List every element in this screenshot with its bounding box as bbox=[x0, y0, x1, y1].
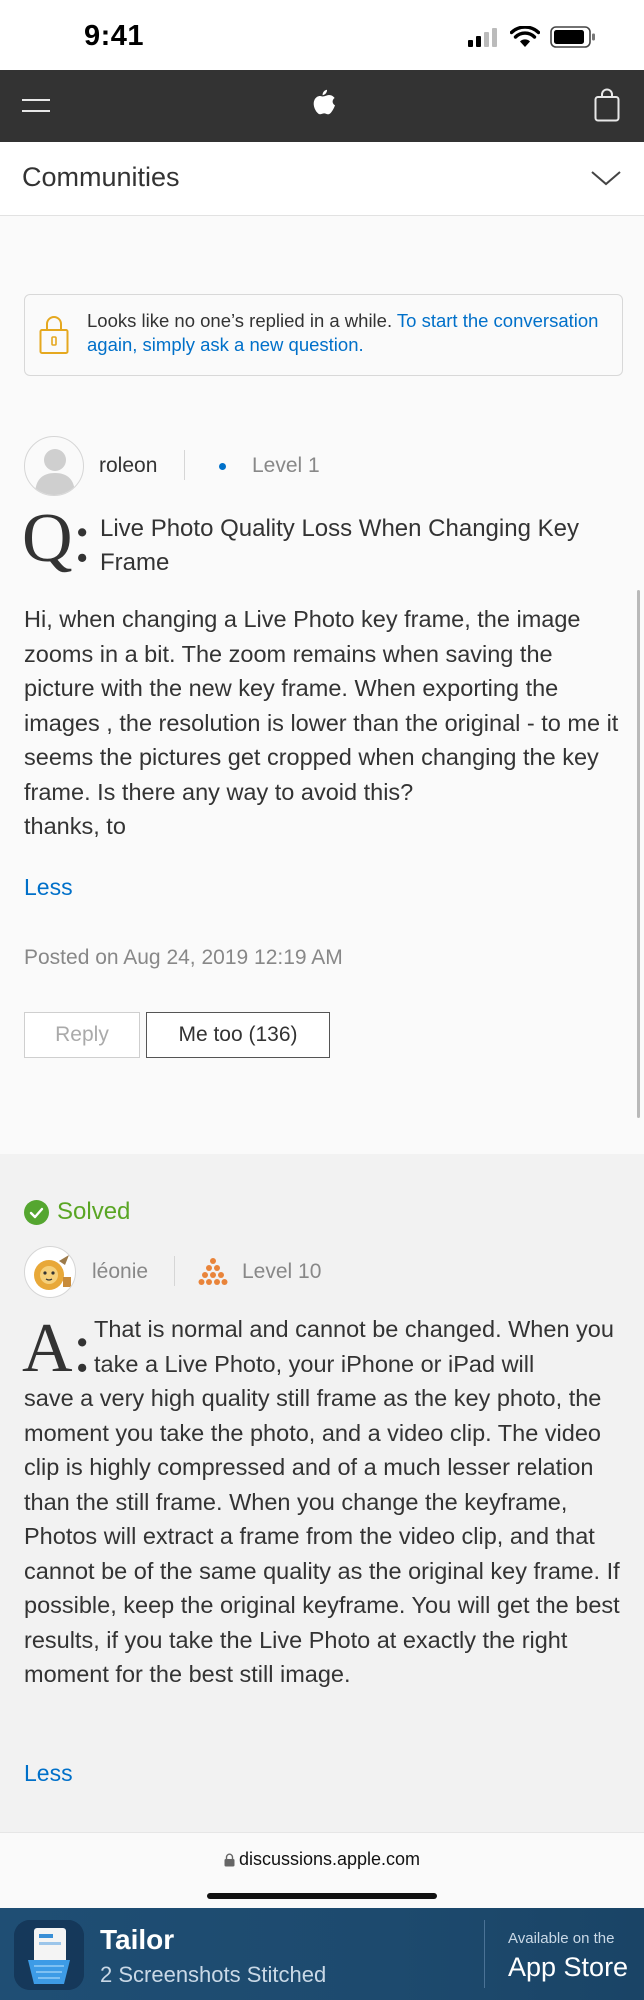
question-title: Live Photo Quality Loss When Changing Ke… bbox=[100, 515, 579, 576]
shopping-bag-icon[interactable] bbox=[594, 88, 620, 122]
answer-less-link[interactable]: Less bbox=[24, 1760, 73, 1787]
avatar[interactable] bbox=[24, 436, 84, 496]
author-name[interactable]: léonie bbox=[92, 1260, 148, 1284]
lock-icon bbox=[224, 1853, 235, 1866]
communities-title: Communities bbox=[22, 162, 180, 192]
chevron-down-icon[interactable] bbox=[590, 166, 622, 190]
question-marker: Q: bbox=[22, 500, 92, 577]
author-level: Level 10 bbox=[242, 1260, 322, 1283]
apple-logo-icon[interactable] bbox=[306, 86, 338, 124]
avatar[interactable] bbox=[24, 1246, 76, 1298]
battery-icon bbox=[550, 26, 595, 48]
status-icons bbox=[468, 26, 596, 48]
tailor-watermark-banner: Tailor 2 Screenshots Stitched Available … bbox=[0, 1908, 644, 2000]
notice-text: Looks like no one’s replied in a while. … bbox=[87, 309, 617, 357]
app-store-label: App Store bbox=[508, 1952, 629, 1982]
question-less-link[interactable]: Less bbox=[24, 874, 73, 901]
divider bbox=[184, 450, 185, 480]
menu-icon[interactable] bbox=[22, 94, 50, 118]
default-avatar-icon bbox=[35, 449, 75, 495]
global-nav bbox=[0, 70, 644, 142]
home-indicator[interactable] bbox=[207, 1893, 437, 1899]
lock-icon bbox=[39, 316, 69, 354]
status-bar: 9:41 bbox=[0, 0, 644, 70]
me-too-button[interactable]: Me too (136) bbox=[146, 1012, 330, 1058]
divider bbox=[174, 1256, 175, 1286]
solved-badge: Solved bbox=[24, 1198, 130, 1226]
scrollbar[interactable] bbox=[637, 590, 640, 1118]
answer-section: Solved léonie Level 10 A: That is normal… bbox=[0, 1154, 644, 1832]
tailor-subtitle: 2 Screenshots Stitched bbox=[100, 1962, 327, 1987]
author-name[interactable]: roleon bbox=[99, 454, 157, 478]
inactive-thread-notice: Looks like no one’s replied in a while. … bbox=[24, 294, 623, 376]
question-body: Hi, when changing a Live Photo key frame… bbox=[24, 606, 619, 839]
solved-label: Solved bbox=[57, 1198, 131, 1225]
wifi-icon bbox=[510, 26, 540, 47]
notice-message: Looks like no one’s replied in a while. bbox=[87, 310, 397, 331]
cellular-signal-icon bbox=[468, 28, 497, 47]
tailor-app-icon bbox=[14, 1920, 84, 1990]
answer-author: léonie Level 10 bbox=[24, 1246, 584, 1302]
reply-button[interactable]: Reply bbox=[24, 1012, 140, 1058]
status-time: 9:41 bbox=[84, 20, 145, 52]
author-level: Level 1 bbox=[252, 454, 320, 477]
answer-body: save a very high quality still frame as … bbox=[24, 1385, 620, 1687]
url-display[interactable]: discussions.apple.com bbox=[0, 1849, 644, 1870]
question-author: roleon Level 1 bbox=[24, 436, 584, 498]
communities-bar[interactable]: Communities bbox=[0, 142, 644, 216]
url-text: discussions.apple.com bbox=[238, 1849, 421, 1869]
lion-avatar-icon bbox=[34, 1255, 71, 1290]
tailor-app-name: Tailor bbox=[100, 1924, 175, 1955]
app-store-caption: Available on the bbox=[508, 1930, 615, 1947]
divider bbox=[484, 1920, 485, 1988]
checkmark-icon bbox=[24, 1199, 49, 1225]
level-pyramid-icon bbox=[198, 1258, 228, 1285]
answer-marker: A: bbox=[22, 1310, 92, 1387]
question-section: Looks like no one’s replied in a while. … bbox=[0, 216, 644, 1154]
browser-url-bar[interactable]: discussions.apple.com bbox=[0, 1832, 644, 1908]
level-dot-icon bbox=[219, 463, 226, 470]
answer-body-intro: That is normal and cannot be changed. Wh… bbox=[94, 1316, 614, 1377]
posted-date: Posted on Aug 24, 2019 12:19 AM bbox=[24, 946, 343, 969]
